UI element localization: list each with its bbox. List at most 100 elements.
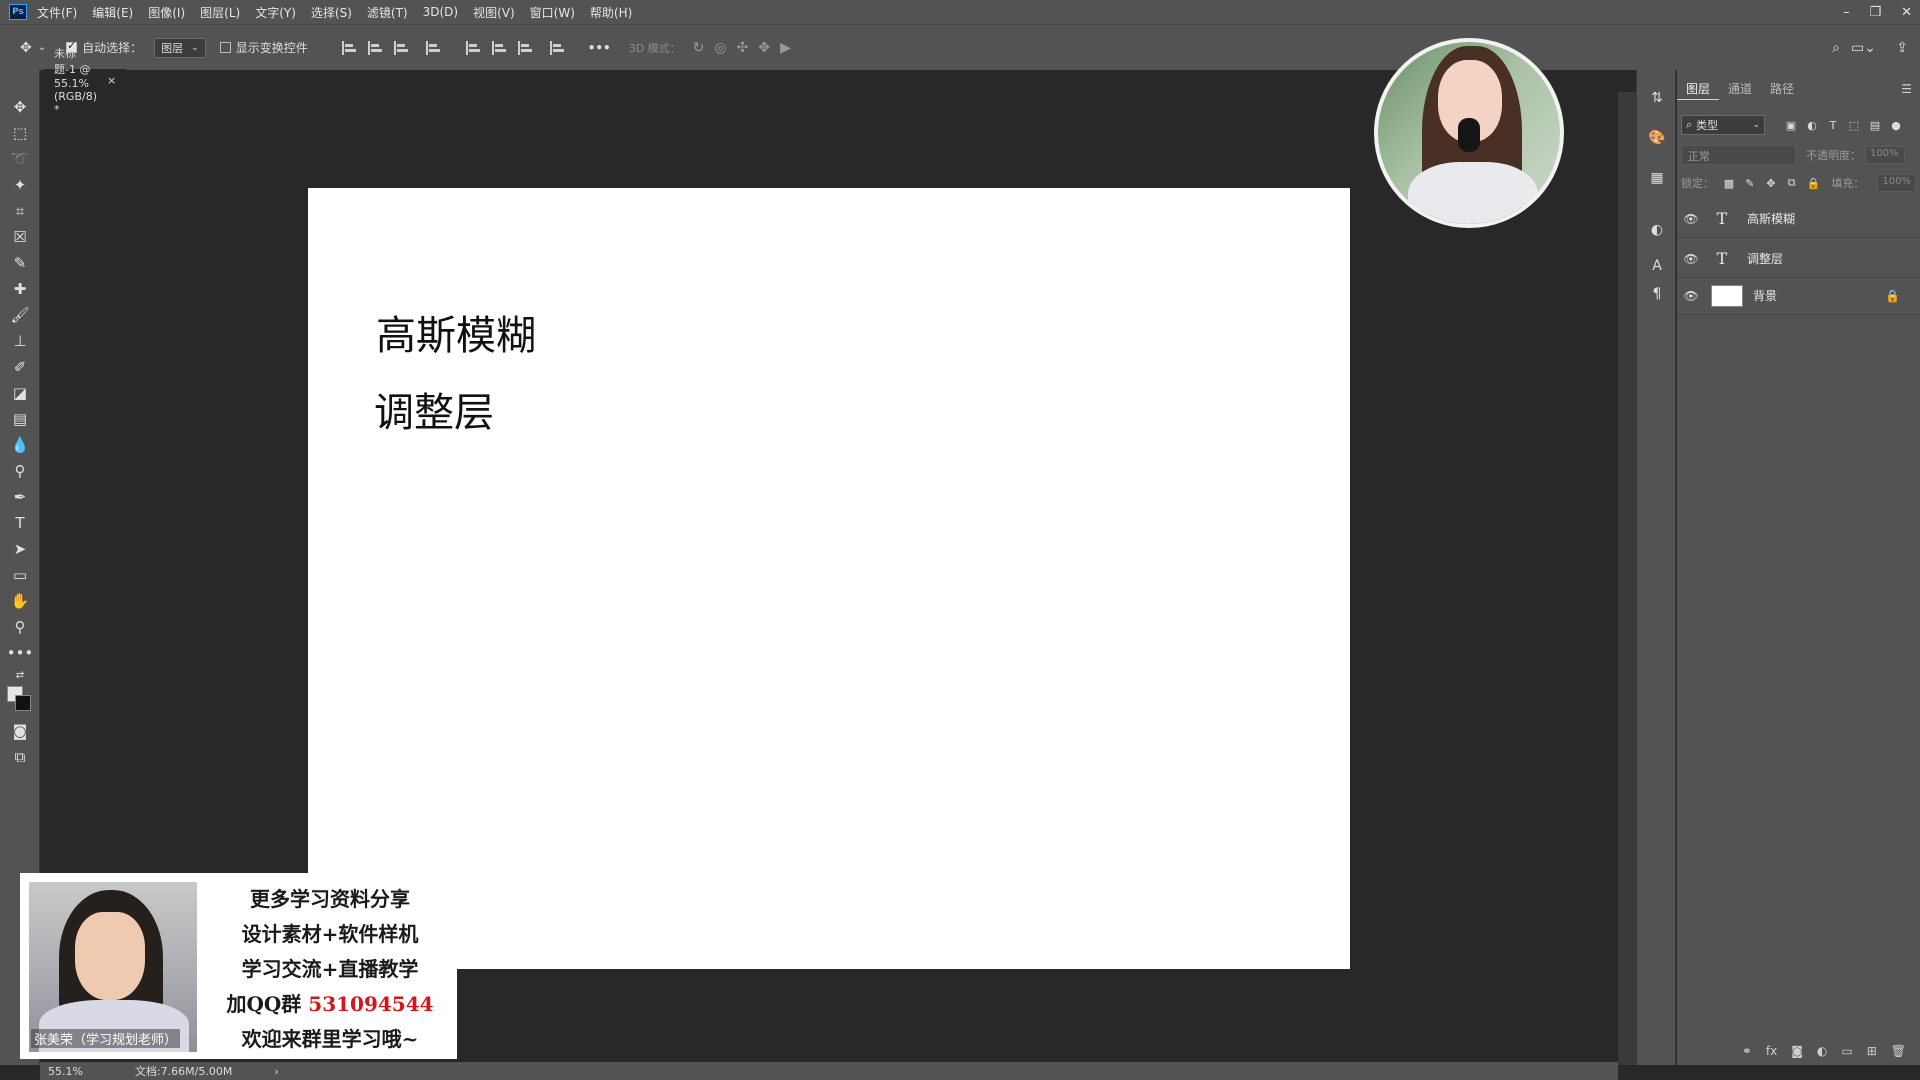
menu-filter[interactable]: 滤镜(T) <box>367 4 408 21</box>
healing-brush-tool-icon[interactable]: ✚ <box>8 278 32 300</box>
eraser-tool-icon[interactable]: ◪ <box>8 382 32 404</box>
history-panel-icon[interactable]: ⇅ <box>1646 88 1668 108</box>
new-layer-icon[interactable]: ⊞ <box>1867 1044 1877 1058</box>
filter-shape-icon[interactable]: ⬚ <box>1847 119 1861 132</box>
move-tool-icon[interactable]: ✥ <box>8 96 32 118</box>
paragraph-panel-icon[interactable]: ¶ <box>1646 284 1668 304</box>
visibility-eye-icon[interactable]: 👁 <box>1677 252 1705 266</box>
filter-adjustment-icon[interactable]: ◐ <box>1805 119 1819 132</box>
opacity-field[interactable]: 100% <box>1865 146 1905 164</box>
pen-tool-icon[interactable]: ✒ <box>8 486 32 508</box>
adjustments-panel-icon[interactable]: ◐ <box>1646 220 1668 240</box>
3d-slide-icon[interactable]: ✥ <box>758 40 770 56</box>
move-tool-preset-icon[interactable]: ✥ <box>20 40 32 56</box>
align-right-icon[interactable] <box>393 40 408 55</box>
add-mask-icon[interactable]: ◙ <box>1791 1044 1803 1058</box>
layer-row[interactable]: 👁 T 调整层 <box>1677 240 1920 278</box>
menu-layer[interactable]: 图层(L) <box>200 4 240 21</box>
blend-mode-dropdown[interactable]: 正常 <box>1681 145 1796 165</box>
more-tools-icon[interactable]: ••• <box>7 642 34 664</box>
eyedropper-tool-icon[interactable]: ✎ <box>8 252 32 274</box>
lock-image-icon[interactable]: ✎ <box>1744 177 1756 190</box>
document-tab[interactable]: 未标题-1 @ 55.1%(RGB/8) * × <box>44 47 127 116</box>
minimize-icon[interactable]: – <box>1843 5 1850 20</box>
layer-style-icon[interactable]: fx <box>1766 1044 1777 1058</box>
filter-smart-object-icon[interactable]: ▤ <box>1868 119 1882 132</box>
align-horizontal-center-icon[interactable] <box>367 40 382 55</box>
menu-3d[interactable]: 3D(D) <box>423 5 458 19</box>
new-adjustment-layer-icon[interactable]: ◐ <box>1817 1044 1827 1058</box>
layer-name[interactable]: 高斯模糊 <box>1747 210 1795 227</box>
lock-all-icon[interactable]: 🔒 <box>1807 177 1821 190</box>
lock-transparent-icon[interactable]: ▩ <box>1723 177 1735 190</box>
close-icon[interactable]: ✕ <box>1901 5 1912 20</box>
layer-name[interactable]: 背景 <box>1753 287 1777 304</box>
menu-view[interactable]: 视图(V) <box>473 4 515 21</box>
more-options-icon[interactable]: ••• <box>588 41 611 55</box>
show-transform-checkbox[interactable] <box>219 42 231 53</box>
panel-menu-icon[interactable]: ☰ <box>1901 82 1912 96</box>
canvas-text-adjustment-layer[interactable]: 调整层 <box>374 380 494 438</box>
align-top-icon[interactable] <box>465 40 480 55</box>
visibility-eye-icon[interactable]: 👁 <box>1677 289 1705 303</box>
layer-row[interactable]: 👁 背景 🔒 <box>1677 277 1920 315</box>
hand-tool-icon[interactable]: ✋ <box>8 590 32 612</box>
status-menu-arrow-icon[interactable]: › <box>274 1065 278 1078</box>
align-left-icon[interactable] <box>341 40 356 55</box>
gradient-tool-icon[interactable]: ▤ <box>8 408 32 430</box>
swap-colors-icon[interactable]: ⇄ <box>8 668 32 682</box>
lock-position-icon[interactable]: ✥ <box>1765 177 1777 190</box>
new-group-icon[interactable]: ▭ <box>1841 1044 1852 1058</box>
background-color-swatch[interactable] <box>15 695 31 711</box>
layer-row[interactable]: 👁 T 高斯模糊 <box>1677 200 1920 238</box>
filter-toggle-icon[interactable]: ● <box>1889 119 1903 132</box>
3d-orbit-icon[interactable]: ↻ <box>693 40 705 56</box>
close-tab-icon[interactable]: × <box>107 74 116 87</box>
menu-image[interactable]: 图像(I) <box>148 4 185 21</box>
lasso-tool-icon[interactable]: ➰ <box>8 148 32 170</box>
menu-select[interactable]: 选择(S) <box>311 4 352 21</box>
filter-pixel-icon[interactable]: ▣ <box>1784 119 1798 132</box>
delete-layer-icon[interactable]: 🗑 <box>1891 1044 1906 1058</box>
document-canvas[interactable]: 高斯模糊 调整层 <box>308 188 1350 969</box>
chevron-down-icon[interactable]: ⌄ <box>38 42 46 53</box>
align-bottom-icon[interactable] <box>517 40 532 55</box>
3d-pan-icon[interactable]: ✣ <box>737 40 749 56</box>
frame-tool-icon[interactable]: ☒ <box>8 226 32 248</box>
distribute-horizontal-icon[interactable] <box>549 40 564 55</box>
zoom-level[interactable]: 55.1% <box>48 1065 83 1078</box>
clone-stamp-tool-icon[interactable]: ⊥ <box>8 330 32 352</box>
brush-tool-icon[interactable]: 🖌 <box>8 304 32 326</box>
crop-tool-icon[interactable]: ⌗ <box>8 200 32 222</box>
search-icon[interactable]: ⌕ <box>1832 40 1840 56</box>
character-panel-icon[interactable]: A <box>1646 256 1668 276</box>
menu-window[interactable]: 窗口(W) <box>530 4 575 21</box>
menu-edit[interactable]: 编辑(E) <box>92 4 133 21</box>
menu-help[interactable]: 帮助(H) <box>590 4 632 21</box>
canvas-text-gaussian-blur[interactable]: 高斯模糊 <box>376 303 536 361</box>
link-layers-icon[interactable]: ⚭ <box>1742 1044 1752 1058</box>
auto-select-target-dropdown[interactable]: 图层 ⌄ <box>154 37 206 58</box>
history-brush-tool-icon[interactable]: ✐ <box>8 356 32 378</box>
path-selection-tool-icon[interactable]: ➤ <box>8 538 32 560</box>
swatches-panel-icon[interactable]: ▦ <box>1646 168 1668 188</box>
share-icon[interactable]: ⇪ <box>1896 40 1908 56</box>
visibility-eye-icon[interactable]: 👁 <box>1677 212 1705 226</box>
layer-name[interactable]: 调整层 <box>1747 250 1783 267</box>
quick-mask-icon[interactable]: ◙ <box>8 720 32 742</box>
3d-scale-icon[interactable]: ▶ <box>780 40 791 56</box>
filter-type-icon[interactable]: T <box>1826 119 1840 132</box>
tab-channels[interactable]: 通道 <box>1719 78 1761 100</box>
color-panel-icon[interactable]: 🎨 <box>1646 128 1668 148</box>
type-tool-icon[interactable]: T <box>8 512 32 534</box>
lock-artboard-icon[interactable]: ⧉ <box>1786 176 1798 190</box>
3d-roll-icon[interactable]: ◎ <box>714 40 726 56</box>
magic-wand-tool-icon[interactable]: ✦ <box>8 174 32 196</box>
blur-tool-icon[interactable]: 💧 <box>8 434 32 456</box>
marquee-tool-icon[interactable]: ⬚ <box>8 122 32 144</box>
zoom-tool-icon[interactable]: ⚲ <box>8 616 32 638</box>
menu-file[interactable]: 文件(F) <box>37 4 77 21</box>
restore-icon[interactable]: ❐ <box>1869 5 1881 20</box>
align-vertical-center-icon[interactable] <box>491 40 506 55</box>
screen-mode-icon[interactable]: ⧉ <box>8 746 32 768</box>
